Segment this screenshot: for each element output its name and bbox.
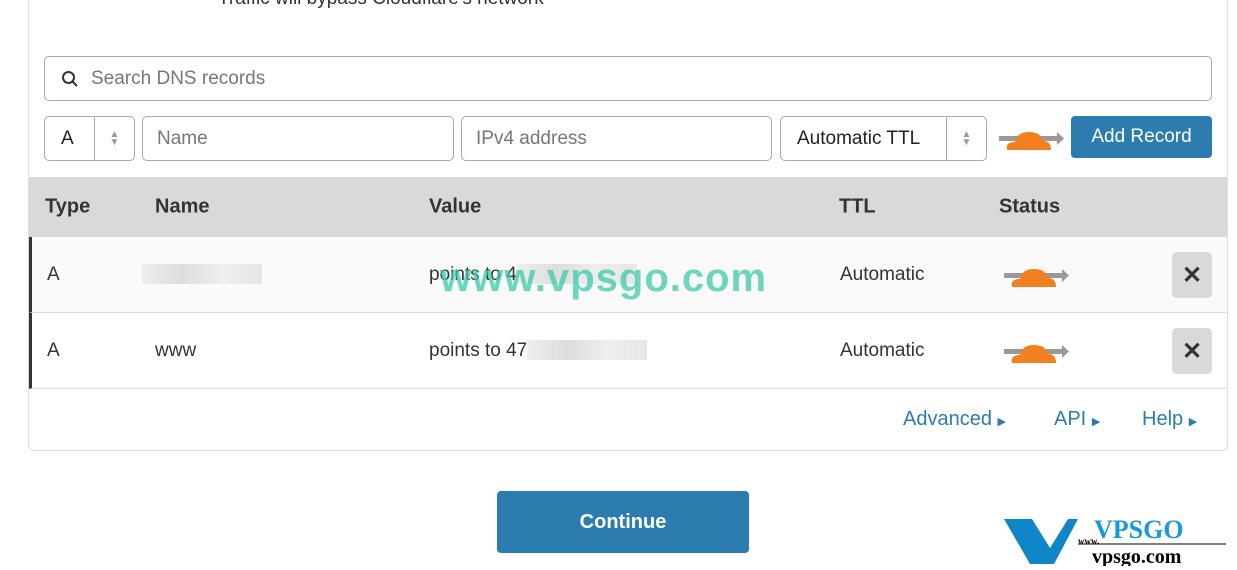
ttl-select[interactable]: Automatic TTL ▲ ▼ xyxy=(780,116,987,161)
type-select[interactable]: A ▲ ▼ xyxy=(44,116,135,161)
delete-button[interactable]: ✕ xyxy=(1172,252,1212,298)
proxied-cloud-icon[interactable] xyxy=(1002,261,1070,291)
search-icon xyxy=(62,70,78,87)
delete-button[interactable]: ✕ xyxy=(1172,328,1212,374)
name-field[interactable] xyxy=(142,116,454,161)
search-box[interactable] xyxy=(44,56,1212,101)
updown-icon: ▲ ▼ xyxy=(946,117,986,160)
name-input[interactable] xyxy=(143,127,453,150)
svg-text:vpsgo.com: vpsgo.com xyxy=(1092,546,1182,566)
proxy-note: Traffic will bypass Cloudflare's network xyxy=(218,0,544,10)
updown-icon: ▲ ▼ xyxy=(94,117,134,160)
vpsgo-logo: VPSGO www. vpsgo.com xyxy=(1004,516,1226,566)
search-input[interactable] xyxy=(91,67,1091,90)
svg-text:www.: www. xyxy=(1078,536,1099,546)
ipv4-input[interactable] xyxy=(462,127,771,150)
api-link[interactable]: API ▶ xyxy=(1054,408,1100,431)
continue-button[interactable]: Continue xyxy=(497,491,749,553)
help-link[interactable]: Help ▶ xyxy=(1142,408,1197,431)
redacted-name xyxy=(142,264,262,286)
svg-text:VPSGO: VPSGO xyxy=(1094,516,1184,544)
table-row[interactable]: A www points to 47 Automatic ✕ xyxy=(29,313,1227,389)
proxy-toggle-cloud-icon[interactable] xyxy=(997,124,1065,154)
watermark: www.vpsgo.com xyxy=(440,256,768,300)
table-header: Type Name Value TTL Status xyxy=(29,177,1227,237)
value-field[interactable] xyxy=(461,116,772,161)
proxied-cloud-icon[interactable] xyxy=(1002,337,1070,367)
add-record-button[interactable]: Add Record xyxy=(1071,116,1212,158)
advanced-link[interactable]: Advanced ▶ xyxy=(903,408,1006,431)
